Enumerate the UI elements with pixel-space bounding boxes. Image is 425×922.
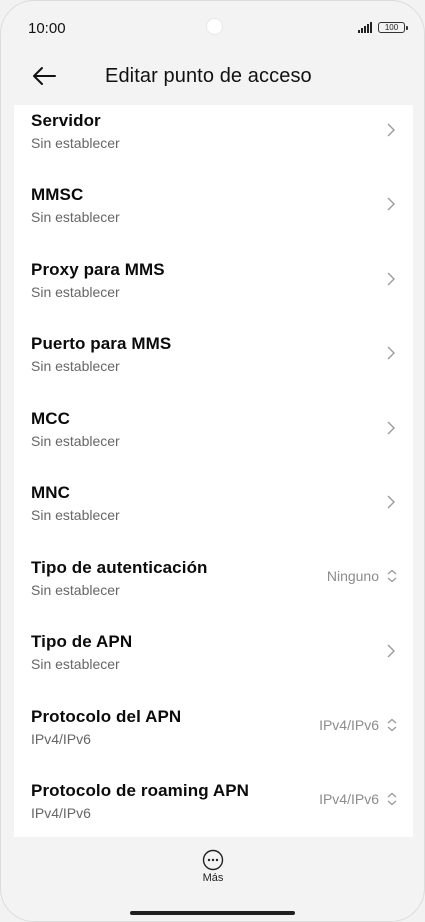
chevron-right-icon [387,495,395,509]
list-item-protocolo-apn[interactable]: Protocolo del APN IPv4/IPv6 IPv4/IPv6 [14,701,413,775]
selected-value: Ninguno [326,568,379,584]
list-item-subtitle: Sin establecer [31,433,120,449]
chevron-right-icon [387,346,395,360]
more-label: Más [202,872,224,884]
selected-value: IPv4/IPv6 [319,717,379,733]
list-item-mcc[interactable]: MCC Sin establecer [14,403,413,477]
chevron-right-icon [387,644,395,658]
app-bar: Editar punto de acceso [1,57,424,103]
list-item-mnc[interactable]: MNC Sin establecer [14,477,413,551]
list-item-title: Protocolo de roaming APN [31,781,250,800]
status-time: 10:00 [28,20,66,37]
up-down-chevron-icon [387,718,397,732]
page-title: Editar punto de acceso [105,65,312,87]
signal-icon [358,22,372,33]
list-item-subtitle: IPv4/IPv6 [31,731,91,747]
list-item-subtitle: Sin establecer [31,209,120,225]
list-item-title: Tipo de APN [31,632,133,651]
more-button[interactable]: Más [191,849,235,891]
status-bar: 10:00 100 [1,1,424,57]
list-item-title: Protocolo del APN [31,707,182,726]
selector-value: IPv4/IPv6 [319,791,398,807]
list-item-subtitle: Sin establecer [31,358,120,374]
status-icons: 100 [358,22,408,33]
list-item-proxy-mms[interactable]: Proxy para MMS Sin establecer [14,254,413,328]
home-indicator[interactable] [130,911,295,915]
front-camera [206,18,223,35]
apn-settings-list: Servidor Sin establecer MMSC Sin estable… [14,105,413,837]
chevron-right-icon [387,421,395,435]
back-arrow-icon[interactable] [31,65,57,87]
chevron-right-icon [387,197,395,211]
list-item-title: Tipo de autenticación [31,558,208,577]
list-item-tipo-autenticacion[interactable]: Tipo de autenticación Sin establecer Nin… [14,552,413,626]
list-item-title: MMSC [31,185,84,204]
selector-value: IPv4/IPv6 [319,717,398,733]
battery-level: 100 [384,23,399,32]
selector-value: Ninguno [327,568,398,584]
list-item-subtitle: Sin establecer [31,656,120,672]
list-item-subtitle: Sin establecer [31,507,120,523]
list-item-protocolo-roaming-apn[interactable]: Protocolo de roaming APN IPv4/IPv6 IPv4/… [14,775,413,837]
up-down-chevron-icon [387,569,397,583]
list-item-title: MNC [31,483,71,502]
list-item-title: Proxy para MMS [31,260,165,279]
more-dots-icon [202,849,224,871]
bottom-action-bar: Más [1,837,424,921]
list-item-subtitle: Sin establecer [31,284,120,300]
list-item-subtitle: Sin establecer [31,135,120,151]
list-item-tipo-apn[interactable]: Tipo de APN Sin establecer [14,626,413,700]
battery-icon: 100 [378,22,408,33]
list-item-subtitle: Sin establecer [31,582,120,598]
list-item-title: MCC [31,409,71,428]
list-item-servidor[interactable]: Servidor Sin establecer [14,105,413,179]
list-item-subtitle: IPv4/IPv6 [31,805,91,821]
selected-value: IPv4/IPv6 [319,791,379,807]
list-item-title: Servidor [31,111,101,130]
up-down-chevron-icon [387,792,397,806]
chevron-right-icon [387,123,395,137]
list-item-mmsc[interactable]: MMSC Sin establecer [14,179,413,253]
list-item-title: Puerto para MMS [31,334,172,353]
chevron-right-icon [387,272,395,286]
phone-screen: 10:00 100 Editar punto de acceso Servido… [0,0,425,922]
list-item-puerto-mms[interactable]: Puerto para MMS Sin establecer [14,328,413,402]
